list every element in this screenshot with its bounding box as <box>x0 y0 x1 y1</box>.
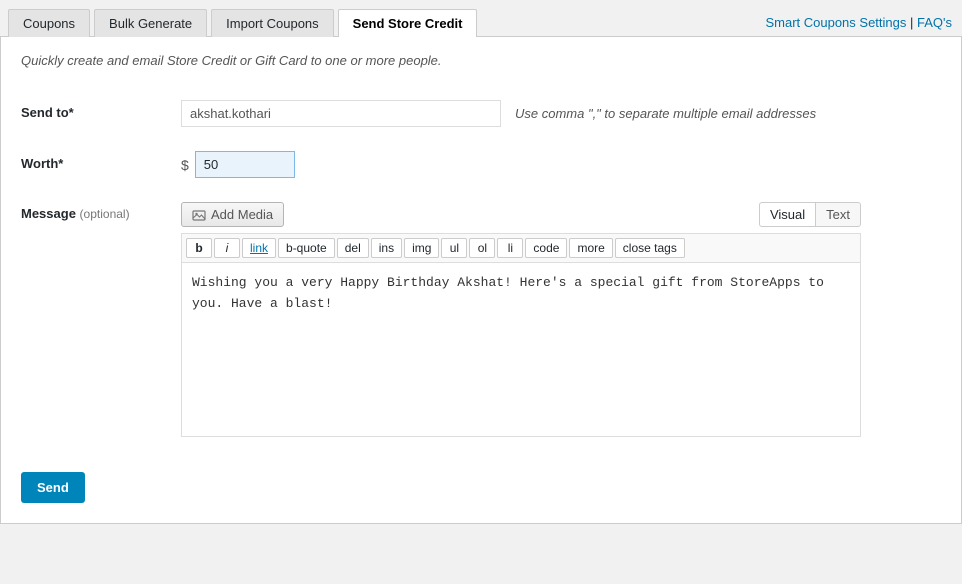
tab-coupons[interactable]: Coupons <box>8 9 90 37</box>
toolbar-img[interactable]: img <box>404 238 439 258</box>
toolbar-close-tags[interactable]: close tags <box>615 238 685 258</box>
send-button[interactable]: Send <box>21 472 85 503</box>
send-to-label: Send to* <box>21 100 181 120</box>
faq-link[interactable]: FAQ's <box>917 15 952 30</box>
message-label: Message (optional) <box>21 202 181 221</box>
message-editor: Add Media Visual Text b i link b-quote d… <box>181 202 861 440</box>
worth-input[interactable] <box>195 151 295 178</box>
toolbar-ul[interactable]: ul <box>441 238 467 258</box>
view-tabs: Visual Text <box>759 202 861 227</box>
toolbar-bquote[interactable]: b-quote <box>278 238 335 258</box>
toolbar-code[interactable]: code <box>525 238 567 258</box>
editor-top-bar: Add Media Visual Text <box>181 202 861 227</box>
separator: | <box>910 15 917 30</box>
toolbar-del[interactable]: del <box>337 238 369 258</box>
message-textarea[interactable]: Wishing you a very Happy Birthday Akshat… <box>181 262 861 437</box>
worth-row: Worth* $ <box>21 139 941 190</box>
toolbar-more[interactable]: more <box>569 238 612 258</box>
smart-coupons-settings-link[interactable]: Smart Coupons Settings <box>765 15 906 30</box>
currency-symbol: $ <box>181 157 189 173</box>
worth-label: Worth* <box>21 151 181 171</box>
add-media-button[interactable]: Add Media <box>181 202 284 227</box>
visual-tab[interactable]: Visual <box>759 202 815 227</box>
tab-bulk-generate[interactable]: Bulk Generate <box>94 9 207 37</box>
toolbar-ins[interactable]: ins <box>371 238 402 258</box>
tab-import-coupons[interactable]: Import Coupons <box>211 9 334 37</box>
header-links: Smart Coupons Settings | FAQ's <box>765 15 962 36</box>
tab-send-store-credit[interactable]: Send Store Credit <box>338 9 478 37</box>
content-area: Quickly create and email Store Credit or… <box>0 37 962 524</box>
send-to-hint: Use comma "," to separate multiple email… <box>515 106 816 121</box>
subtitle: Quickly create and email Store Credit or… <box>21 53 941 68</box>
text-tab[interactable]: Text <box>815 202 861 227</box>
toolbar-italic[interactable]: i <box>214 238 240 258</box>
add-media-icon <box>192 208 206 222</box>
toolbar-bold[interactable]: b <box>186 238 212 258</box>
send-to-row: Send to* Use comma "," to separate multi… <box>21 88 941 139</box>
send-to-input[interactable] <box>181 100 501 127</box>
toolbar-link[interactable]: link <box>242 238 276 258</box>
toolbar-ol[interactable]: ol <box>469 238 495 258</box>
worth-field: $ <box>181 151 941 178</box>
send-to-field: Use comma "," to separate multiple email… <box>181 100 941 127</box>
worth-wrapper: $ <box>181 151 295 178</box>
message-row: Message (optional) Add Media <box>21 190 941 452</box>
add-media-label: Add Media <box>211 207 273 222</box>
editor-toolbar: b i link b-quote del ins img ul ol li co… <box>181 233 861 262</box>
toolbar-li[interactable]: li <box>497 238 523 258</box>
message-optional-label: (optional) <box>80 207 130 221</box>
tab-bar: Coupons Bulk Generate Import Coupons Sen… <box>0 0 962 37</box>
